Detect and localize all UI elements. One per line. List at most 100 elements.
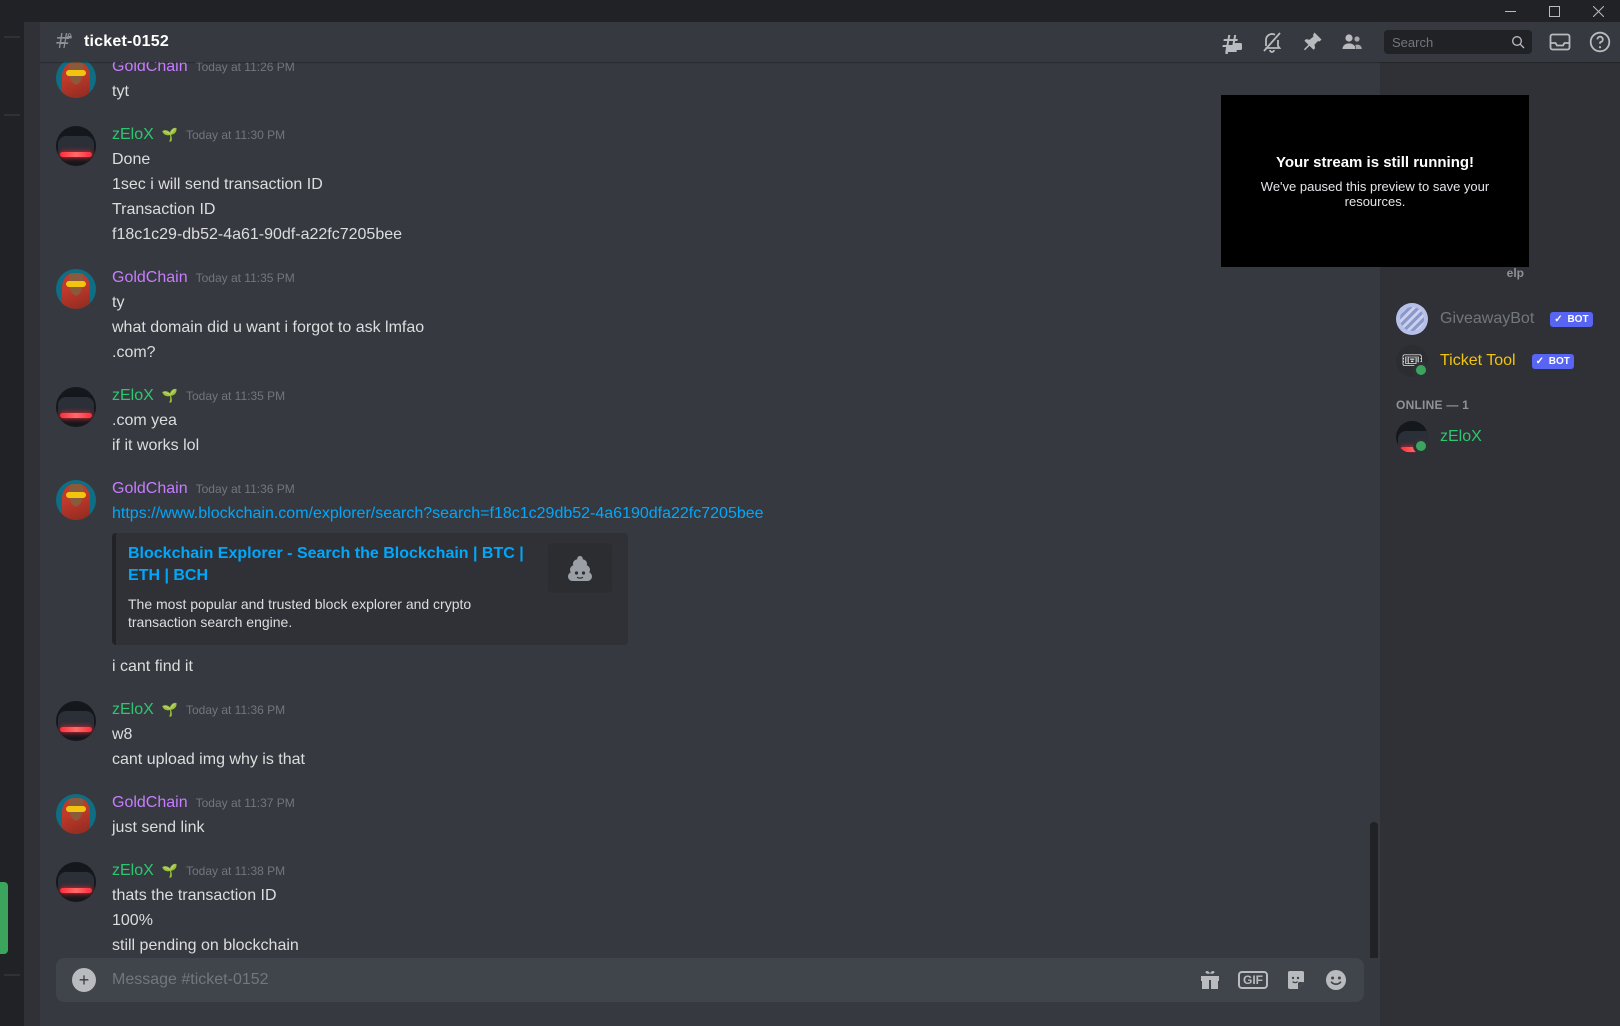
message-author[interactable]: GoldChain — [112, 62, 188, 78]
message-text: just send link — [112, 819, 205, 836]
message-timestamp: Today at 11:36 PM — [185, 703, 286, 717]
search-input[interactable] — [1392, 34, 1502, 50]
avatar[interactable] — [56, 794, 96, 834]
window-maximize-button[interactable] — [1532, 0, 1576, 22]
message-text: f18c1c29-db52-4a61-90df-a22fc7205bee — [112, 226, 403, 243]
message-text: thats the transaction ID — [112, 887, 277, 904]
threads-icon[interactable] — [1220, 30, 1244, 54]
message-body: GoldChain Today at 11:37 PM just send li… — [112, 792, 1332, 839]
message-scrollbar-thumb[interactable] — [1370, 822, 1378, 958]
server-rail — [0, 22, 24, 1026]
seedling-badge-icon: 🌱 — [161, 127, 178, 142]
message-author[interactable]: zEloX — [112, 124, 154, 146]
main-content: ticket-0152 Search GoldChain Today at 11… — [40, 22, 1620, 1026]
list-item[interactable]: zEloX — [1388, 416, 1612, 458]
help-icon[interactable] — [1588, 30, 1612, 54]
message-timestamp: Today at 11:38 PM — [185, 864, 286, 878]
avatar[interactable] — [56, 862, 96, 902]
search-icon[interactable] — [1510, 34, 1526, 50]
gif-icon[interactable]: GIF — [1238, 971, 1268, 989]
message-body: GoldChain Today at 11:36 PM https://www.… — [112, 478, 1332, 678]
embed-title[interactable]: Blockchain Explorer - Search the Blockch… — [128, 543, 536, 587]
avatar[interactable] — [56, 387, 96, 427]
avatar[interactable] — [1396, 345, 1429, 378]
message-text: 100% — [112, 912, 153, 929]
add-attachment-icon[interactable]: + — [72, 968, 96, 992]
message-row: zEloX 🌱 Today at 11:35 PM .com yea if it… — [40, 383, 1380, 459]
emoji-icon[interactable] — [1324, 968, 1348, 992]
avatar[interactable] — [1396, 303, 1428, 335]
message-timestamp: Today at 11:36 PM — [195, 482, 295, 496]
avatar[interactable] — [1396, 421, 1429, 454]
notification-off-icon[interactable] — [1260, 30, 1284, 54]
embed-main: Blockchain Explorer - Search the Blockch… — [128, 543, 536, 631]
inbox-icon[interactable] — [1548, 30, 1572, 54]
message-header: zEloX 🌱 Today at 11:36 PM — [112, 699, 1332, 721]
message-timestamp: Today at 11:30 PM — [185, 128, 286, 142]
avatar[interactable] — [56, 480, 96, 520]
member-group-header-partial: elp — [1506, 266, 1524, 280]
window-close-button[interactable] — [1576, 0, 1620, 22]
message-text: if it works lol — [112, 437, 200, 454]
message-header: GoldChain Today at 11:35 PM — [112, 267, 1332, 289]
avatar[interactable] — [56, 701, 96, 741]
gift-icon[interactable] — [1198, 968, 1222, 992]
message-author[interactable]: GoldChain — [112, 267, 188, 289]
message-body: GoldChain Today at 11:35 PM ty what doma… — [112, 267, 1332, 364]
channel-sidebar[interactable] — [24, 22, 40, 1026]
message-author[interactable]: zEloX — [112, 385, 154, 407]
message-text: what domain did u want i forgot to ask l… — [112, 319, 425, 336]
sticker-icon[interactable] — [1284, 968, 1308, 992]
window-minimize-button[interactable] — [1488, 0, 1532, 22]
seedling-badge-icon: 🌱 — [161, 702, 178, 717]
link-embed[interactable]: Blockchain Explorer - Search the Blockch… — [112, 533, 628, 645]
stream-preview-overlay[interactable]: Your stream is still running! We've paus… — [1221, 95, 1529, 267]
message-text: Transaction ID — [112, 201, 216, 218]
avatar[interactable] — [56, 126, 96, 166]
broken-image-icon — [548, 543, 612, 593]
seedling-badge-icon: 🌱 — [161, 388, 178, 403]
page-title: ticket-0152 — [84, 33, 169, 50]
message-header: zEloX 🌱 Today at 11:30 PM — [112, 124, 1332, 146]
message-header: GoldChain Today at 11:36 PM — [112, 478, 1332, 500]
member-name: zEloX — [1440, 428, 1482, 445]
stream-overlay-subtitle: We've paused this preview to save your r… — [1260, 178, 1490, 209]
list-item[interactable]: Ticket Tool ✓ BOT — [1388, 340, 1612, 382]
message-input[interactable] — [96, 971, 1198, 989]
channel-header: ticket-0152 — [40, 22, 1620, 62]
embed-description: The most popular and trusted block explo… — [128, 596, 472, 630]
message-author[interactable]: GoldChain — [112, 792, 188, 814]
avatar[interactable] — [56, 269, 96, 309]
seedling-badge-icon: 🌱 — [161, 863, 178, 878]
message-text: .com yea — [112, 412, 177, 429]
window-titlebar — [0, 0, 1620, 22]
pin-icon[interactable] — [1300, 30, 1324, 54]
message-row: zEloX 🌱 Today at 11:30 PM Done 1sec i wi… — [40, 122, 1380, 248]
status-online-indicator — [1413, 362, 1429, 378]
message-timestamp: Today at 11:35 PM — [185, 389, 286, 403]
message-link[interactable]: https://www.blockchain.com/explorer/sear… — [112, 503, 1332, 525]
message-row: GoldChain Today at 11:35 PM ty what doma… — [40, 265, 1380, 366]
message-author[interactable]: zEloX — [112, 699, 154, 721]
message-author[interactable]: zEloX — [112, 860, 154, 882]
status-online-indicator — [1413, 438, 1429, 454]
rail-divider — [4, 974, 20, 976]
message-header: GoldChain Today at 11:37 PM — [112, 792, 1332, 814]
message-header: zEloX 🌱 Today at 11:35 PM — [112, 385, 1332, 407]
composer-container: + GIF — [40, 958, 1380, 1026]
discord-app: ticket-0152 Search GoldChain Today at 11… — [0, 22, 1620, 1026]
members-icon[interactable] — [1340, 30, 1364, 54]
message-body: GoldChain Today at 11:26 PM tyt — [112, 62, 1332, 103]
message-text: ty — [112, 294, 125, 311]
server-active-pill[interactable] — [0, 882, 8, 954]
message-composer[interactable]: + GIF — [56, 958, 1364, 1002]
message-author[interactable]: GoldChain — [112, 478, 188, 500]
avatar-image — [1396, 303, 1428, 335]
avatar[interactable] — [56, 62, 96, 98]
message-text: .com? — [112, 344, 156, 361]
message-text: still pending on blockchain — [112, 937, 299, 954]
message-list[interactable]: GoldChain Today at 11:26 PM tyt zEloX 🌱 … — [40, 62, 1380, 958]
rail-divider — [4, 114, 20, 116]
list-item[interactable]: GiveawayBot ✓ BOT — [1388, 298, 1612, 340]
search-box[interactable] — [1384, 30, 1532, 54]
